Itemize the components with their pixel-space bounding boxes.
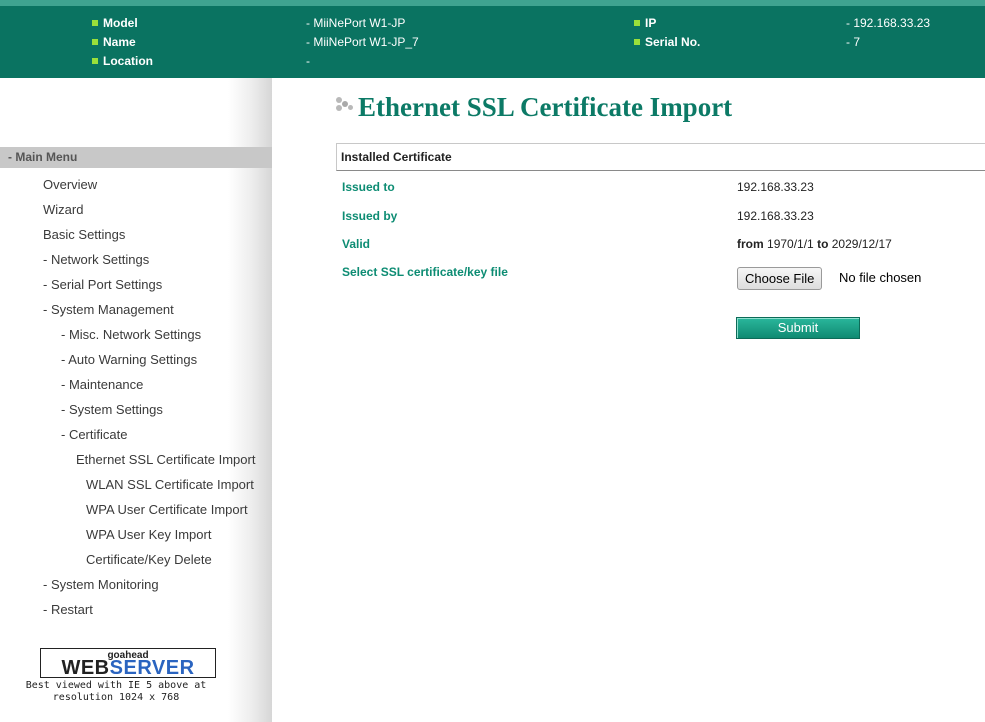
valid-label: Valid [342, 237, 371, 251]
model-value: - MiiNePort W1-JP [306, 16, 406, 30]
section-label: Installed Certificate [341, 150, 452, 164]
model-key: Model [92, 16, 138, 31]
sidebar-item-misc-network-settings[interactable]: - Misc. Network Settings [61, 327, 201, 343]
issued-by-label: Issued by [342, 209, 398, 223]
sidebar-item-auto-warning-settings[interactable]: - Auto Warning Settings [61, 352, 197, 368]
bullet-icon [634, 39, 640, 45]
browser-note-line2: resolution 1024 x 768 [52, 692, 180, 703]
location-value: - [306, 54, 310, 68]
sidebar-item-certificate[interactable]: - Certificate [61, 427, 127, 443]
sidebar-item-basic-settings[interactable]: Basic Settings [43, 227, 125, 243]
serial-value: - 7 [846, 35, 861, 49]
sidebar-item-overview[interactable]: Overview [43, 177, 97, 193]
sidebar-item-network-settings[interactable]: - Network Settings [43, 252, 149, 268]
submit-button[interactable]: Submit [736, 317, 860, 339]
name-key: Name [92, 35, 136, 50]
browser-note-line1: Best viewed with IE 5 above at [25, 680, 207, 691]
sidebar-item-system-monitoring[interactable]: - System Monitoring [43, 577, 159, 593]
location-key: Location [92, 54, 153, 69]
page-title: Ethernet SSL Certificate Import [358, 92, 733, 122]
device-info-header: Model - MiiNePort W1-JP IP - 192.168.33.… [0, 0, 985, 78]
issued-to-label: Issued to [342, 180, 395, 194]
title-dots-icon [336, 97, 356, 119]
sidebar-item-ethernet-ssl-certificate-import[interactable]: Ethernet SSL Certificate Import [76, 452, 255, 468]
sidebar-item-system-management[interactable]: - System Management [43, 302, 174, 318]
serial-key: Serial No. [634, 35, 700, 50]
bullet-icon [634, 20, 640, 26]
issued-to-value: 192.168.33.23 [737, 180, 814, 194]
sidebar: - Main Menu Overview Wizard Basic Settin… [0, 78, 272, 722]
bullet-icon [92, 58, 98, 64]
issued-by-value: 192.168.33.23 [737, 209, 814, 223]
sidebar-item-wpa-user-key-import[interactable]: WPA User Key Import [86, 527, 211, 543]
name-value: - MiiNePort W1-JP_7 [306, 35, 419, 49]
logo-big-text: WEBSERVER [61, 657, 195, 679]
main-menu-header[interactable]: - Main Menu [0, 147, 272, 168]
sidebar-item-system-settings[interactable]: - System Settings [61, 402, 163, 418]
sidebar-item-wlan-ssl-certificate-import[interactable]: WLAN SSL Certificate Import [86, 477, 254, 493]
ip-value: - 192.168.33.23 [846, 16, 931, 30]
sidebar-item-wpa-user-certificate-import[interactable]: WPA User Certificate Import [86, 502, 248, 518]
sidebar-item-restart[interactable]: - Restart [43, 602, 93, 618]
file-status-text: No file chosen [839, 270, 922, 285]
choose-file-button[interactable]: Choose File [737, 267, 823, 290]
sidebar-item-serial-port-settings[interactable]: - Serial Port Settings [43, 277, 162, 293]
sidebar-item-wizard[interactable]: Wizard [43, 202, 83, 218]
sidebar-item-certificate-key-delete[interactable]: Certificate/Key Delete [86, 552, 212, 568]
select-file-label: Select SSL certificate/key file [342, 265, 508, 279]
bullet-icon [92, 39, 98, 45]
bullet-icon [92, 20, 98, 26]
sidebar-item-maintenance[interactable]: - Maintenance [61, 377, 143, 393]
goahead-webserver-logo: goahead WEBSERVER [40, 648, 216, 678]
ip-key: IP [634, 16, 656, 31]
installed-certificate-section: Installed Certificate [336, 143, 985, 171]
valid-value: from 1970/1/1 to 2029/12/17 [737, 237, 892, 251]
